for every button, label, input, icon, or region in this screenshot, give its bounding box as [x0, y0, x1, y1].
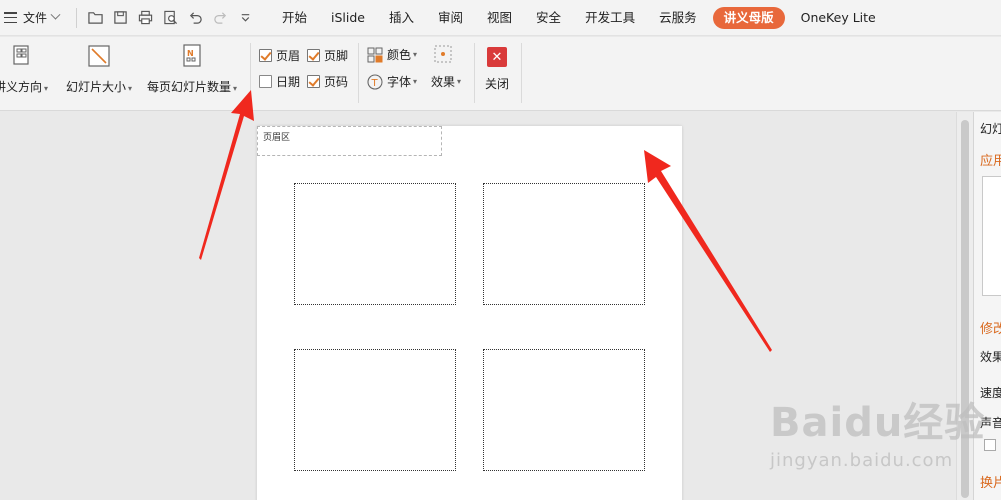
slide-placeholder[interactable] — [294, 183, 456, 305]
tab-developer-tools[interactable]: 开发工具 — [573, 0, 647, 36]
orientation-icon — [8, 43, 34, 69]
divider — [250, 43, 251, 103]
footer-checkbox-label: 页脚 — [324, 49, 349, 63]
effects-icon-button[interactable] — [432, 44, 454, 64]
theme-color-button[interactable]: 颜色 ▾ — [367, 46, 417, 63]
handout-orientation-button[interactable]: 讲义方向▾ — [0, 43, 49, 95]
watermark-logo: Baidu经验 — [770, 400, 986, 446]
tab-islide[interactable]: iSlide — [319, 0, 377, 36]
close-master-view-button[interactable]: ✕ 关闭 — [485, 47, 509, 92]
svg-text:N: N — [187, 49, 194, 58]
page-number-checkbox-label: 页码 — [324, 75, 349, 89]
font-icon: T — [367, 73, 383, 90]
close-master-view-label: 关闭 — [485, 77, 510, 91]
tab-handout-master[interactable]: 讲义母版 — [712, 6, 785, 29]
file-menu-label: 文件 — [23, 11, 48, 25]
handout-page[interactable]: 页眉区 — [257, 126, 682, 500]
effect-label: 效果 — [980, 350, 1001, 364]
slide-placeholder[interactable] — [294, 349, 456, 471]
save-icon[interactable] — [108, 0, 133, 36]
theme-color-label: 颜色 — [387, 48, 412, 62]
page-number-checkbox[interactable]: 页码 — [307, 73, 348, 90]
slide-placeholder[interactable] — [483, 349, 645, 471]
baidu-jingyan-watermark: Baidu经验 jingyan.baidu.com — [770, 390, 995, 498]
slide-size-button[interactable]: 幻灯片大小 ▾ — [66, 43, 132, 95]
divider — [76, 7, 77, 28]
slide-placeholder[interactable] — [483, 183, 645, 305]
header-checkbox-label: 页眉 — [276, 49, 301, 63]
file-menu[interactable]: 文件 — [0, 9, 70, 26]
header-placeholder-label: 页眉区 — [263, 133, 291, 143]
theme-effects-button[interactable]: 效果 ▾ — [431, 73, 461, 90]
date-checkbox[interactable]: 日期 — [259, 73, 300, 90]
hamburger-icon — [4, 12, 17, 23]
divider — [474, 43, 475, 103]
tab-security[interactable]: 安全 — [524, 0, 573, 36]
tab-onekey-lite[interactable]: OneKey Lite — [789, 0, 888, 36]
slides-per-page-label: 每页幻灯片数量 ▾ — [147, 80, 238, 94]
checkbox-unchecked-icon — [259, 75, 272, 88]
svg-text:T: T — [371, 78, 379, 89]
menu-bar: 文件 开始 iSlide 插入 审阅 视图 安全 开发工具 云服务 讲义母版 O… — [0, 0, 1001, 36]
tab-home[interactable]: 开始 — [270, 0, 319, 36]
transition-list[interactable] — [982, 176, 1001, 296]
header-placeholder[interactable]: 页眉区 — [257, 126, 442, 156]
print-icon[interactable] — [133, 0, 158, 36]
divider — [521, 43, 522, 103]
close-icon: ✕ — [487, 47, 507, 67]
tab-review[interactable]: 审阅 — [426, 0, 475, 36]
ribbon-tabs: 开始 iSlide 插入 审阅 视图 安全 开发工具 云服务 讲义母版 OneK… — [270, 0, 888, 36]
checkbox-checked-icon — [259, 49, 272, 62]
slide-size-label: 幻灯片大小 ▾ — [66, 80, 133, 94]
checkbox-checked-icon — [307, 49, 320, 62]
color-palette-icon — [367, 47, 383, 62]
tab-insert[interactable]: 插入 — [377, 0, 426, 36]
customize-dropdown-icon[interactable] — [233, 0, 258, 36]
date-checkbox-label: 日期 — [276, 75, 301, 89]
panel-title: 幻灯 — [980, 122, 1001, 136]
ribbon: 讲义方向▾ 幻灯片大小▾ N 每页幻灯片数量▾ 页眉 页脚 日期 页码 颜色▾ … — [0, 37, 1001, 111]
watermark-url: jingyan.baidu.com — [770, 450, 954, 471]
undo-icon[interactable] — [183, 0, 208, 36]
footer-checkbox[interactable]: 页脚 — [307, 47, 348, 64]
theme-font-button[interactable]: T 字体 ▾ — [367, 73, 417, 90]
slide-size-icon — [86, 43, 112, 69]
slides-per-page-button[interactable]: N 每页幻灯片数量 ▾ — [147, 43, 237, 95]
tab-cloud-services[interactable]: 云服务 — [647, 0, 709, 36]
effects-icon — [434, 45, 452, 63]
theme-font-label: 字体 — [387, 75, 412, 89]
apply-section-label: 应用 — [980, 154, 1001, 169]
folder-open-icon[interactable] — [83, 0, 108, 36]
slides-per-page-icon: N — [179, 43, 205, 69]
tab-view[interactable]: 视图 — [475, 0, 524, 36]
divider — [358, 43, 359, 103]
theme-effects-label: 效果 — [431, 75, 456, 89]
redo-icon[interactable] — [208, 0, 233, 36]
chevron-down-icon — [50, 9, 61, 20]
modify-section-label: 修改 — [980, 322, 1001, 337]
checkbox-checked-icon — [307, 75, 320, 88]
print-preview-icon[interactable] — [158, 0, 183, 36]
header-checkbox[interactable]: 页眉 — [259, 47, 300, 64]
handout-orientation-label: 讲义方向▾ — [0, 80, 49, 94]
